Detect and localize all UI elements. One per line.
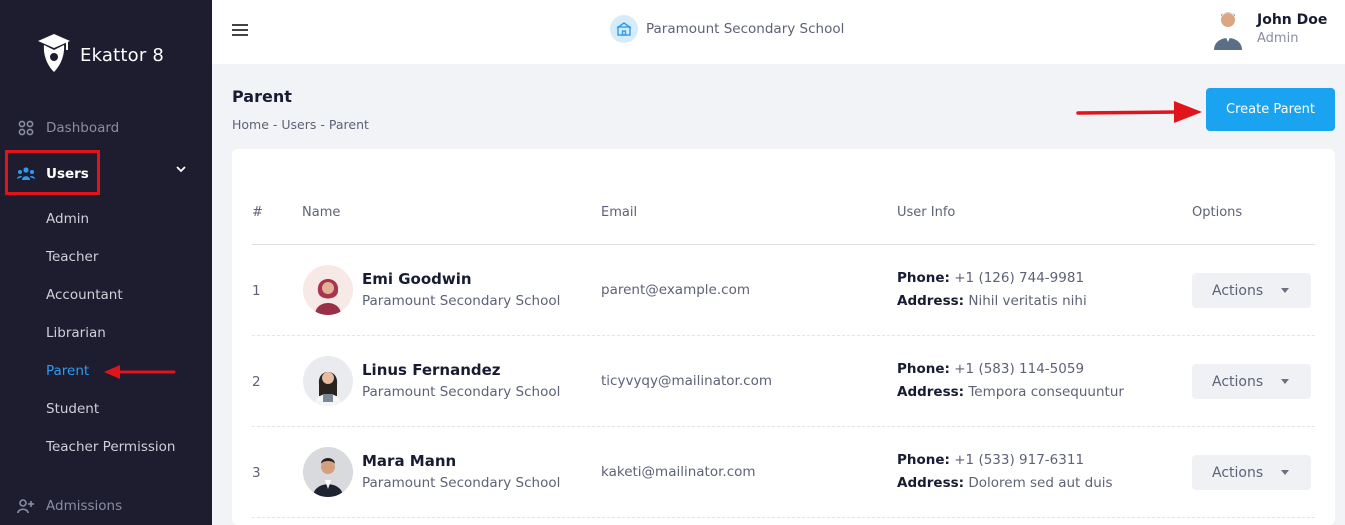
parent-name: Linus Fernandez	[362, 361, 501, 379]
sidebar-item-parent[interactable]: Parent	[46, 363, 89, 379]
chevron-down-icon[interactable]	[176, 162, 186, 176]
address-value: Dolorem sed aut duis	[968, 475, 1113, 491]
phone-value: +1 (583) 114-5059	[954, 361, 1085, 377]
address-label: Address:	[897, 293, 965, 309]
row-number: 1	[252, 283, 261, 299]
actions-label: Actions	[1212, 464, 1264, 481]
parent-name: Mara Mann	[362, 452, 457, 470]
parent-email: ticyvyqy@mailinator.com	[601, 373, 772, 389]
phone-label: Phone:	[897, 270, 950, 286]
sidebar-item-dashboard[interactable]: Dashboard	[16, 118, 119, 138]
parent-email: kaketi@mailinator.com	[601, 464, 756, 480]
address-info: Address: Tempora consequuntur	[897, 384, 1124, 400]
phone-info: Phone: +1 (126) 744-9981	[897, 270, 1084, 286]
header-divider	[252, 244, 1315, 245]
menu-icon[interactable]	[232, 24, 248, 36]
phone-label: Phone:	[897, 361, 950, 377]
column-header-number: #	[252, 205, 263, 220]
actions-dropdown[interactable]: Actions	[1192, 364, 1311, 399]
top-bar: Paramount Secondary School John Doe Admi…	[212, 0, 1345, 64]
breadcrumb-users[interactable]: Users	[281, 117, 316, 132]
sidebar-item-label: Users	[46, 166, 89, 182]
school-selector[interactable]: Paramount Secondary School	[610, 15, 844, 43]
breadcrumb-home[interactable]: Home	[232, 117, 269, 132]
parent-school: Paramount Secondary School	[362, 293, 561, 309]
row-divider	[252, 517, 1315, 518]
school-icon	[610, 15, 638, 43]
user-plus-icon	[16, 496, 36, 516]
avatar	[1211, 8, 1245, 50]
address-value: Tempora consequuntur	[968, 384, 1124, 400]
actions-label: Actions	[1212, 373, 1264, 390]
phone-value: +1 (126) 744-9981	[954, 270, 1085, 286]
address-info: Address: Dolorem sed aut duis	[897, 475, 1113, 491]
brand[interactable]: Ekattor 8	[36, 32, 164, 78]
sidebar-item-teacher[interactable]: Teacher	[46, 249, 98, 265]
sidebar-item-users[interactable]: Users	[16, 164, 89, 184]
breadcrumb-parent: Parent	[328, 117, 369, 132]
row-number: 3	[252, 465, 261, 481]
avatar	[303, 265, 353, 315]
address-label: Address:	[897, 475, 965, 491]
parent-school: Paramount Secondary School	[362, 475, 561, 491]
user-name: John Doe	[1257, 12, 1328, 28]
row-number: 2	[252, 374, 261, 390]
actions-dropdown[interactable]: Actions	[1192, 455, 1311, 490]
actions-dropdown[interactable]: Actions	[1192, 273, 1311, 308]
dashboard-grid-icon	[16, 118, 36, 138]
sidebar-item-admissions[interactable]: Admissions	[16, 496, 122, 516]
avatar	[303, 356, 353, 406]
parent-name: Emi Goodwin	[362, 270, 472, 288]
page-title: Parent	[232, 87, 292, 106]
sidebar-item-teacher-permission[interactable]: Teacher Permission	[46, 439, 175, 455]
annotation-arrow-create	[1076, 101, 1202, 123]
caret-down-icon	[1281, 288, 1289, 293]
column-header-name: Name	[302, 205, 341, 220]
annotation-arrow-parent	[104, 365, 176, 379]
column-header-options: Options	[1192, 205, 1243, 220]
school-name: Paramount Secondary School	[646, 21, 845, 37]
user-menu[interactable]: John Doe Admin	[1211, 8, 1327, 50]
parent-school: Paramount Secondary School	[362, 384, 561, 400]
parent-email: parent@example.com	[601, 282, 750, 298]
sidebar-item-admin[interactable]: Admin	[46, 211, 89, 227]
phone-info: Phone: +1 (533) 917-6311	[897, 452, 1084, 468]
user-role: Admin	[1257, 31, 1299, 46]
sidebar-item-accountant[interactable]: Accountant	[46, 287, 123, 303]
phone-value: +1 (533) 917-6311	[954, 452, 1085, 468]
sidebar-item-student[interactable]: Student	[46, 401, 99, 417]
create-parent-button[interactable]: Create Parent	[1206, 88, 1335, 131]
phone-label: Phone:	[897, 452, 950, 468]
address-info: Address: Nihil veritatis nihi	[897, 293, 1087, 309]
sidebar-item-label: Admissions	[46, 498, 123, 514]
users-icon	[16, 164, 36, 184]
caret-down-icon	[1281, 379, 1289, 384]
row-divider	[252, 426, 1315, 427]
graduation-cap-logo-icon	[36, 32, 72, 78]
phone-info: Phone: +1 (583) 114-5059	[897, 361, 1084, 377]
avatar	[303, 447, 353, 497]
actions-label: Actions	[1212, 282, 1264, 299]
sidebar-item-label: Dashboard	[46, 120, 120, 136]
breadcrumb: Home - Users - Parent	[232, 117, 369, 132]
address-value: Nihil veritatis nihi	[968, 293, 1087, 309]
brand-name: Ekattor 8	[80, 44, 165, 66]
row-divider	[252, 335, 1315, 336]
column-header-email: Email	[601, 205, 638, 220]
sidebar-item-librarian[interactable]: Librarian	[46, 325, 106, 341]
caret-down-icon	[1281, 470, 1289, 475]
address-label: Address:	[897, 384, 965, 400]
column-header-user-info: User Info	[897, 205, 956, 220]
